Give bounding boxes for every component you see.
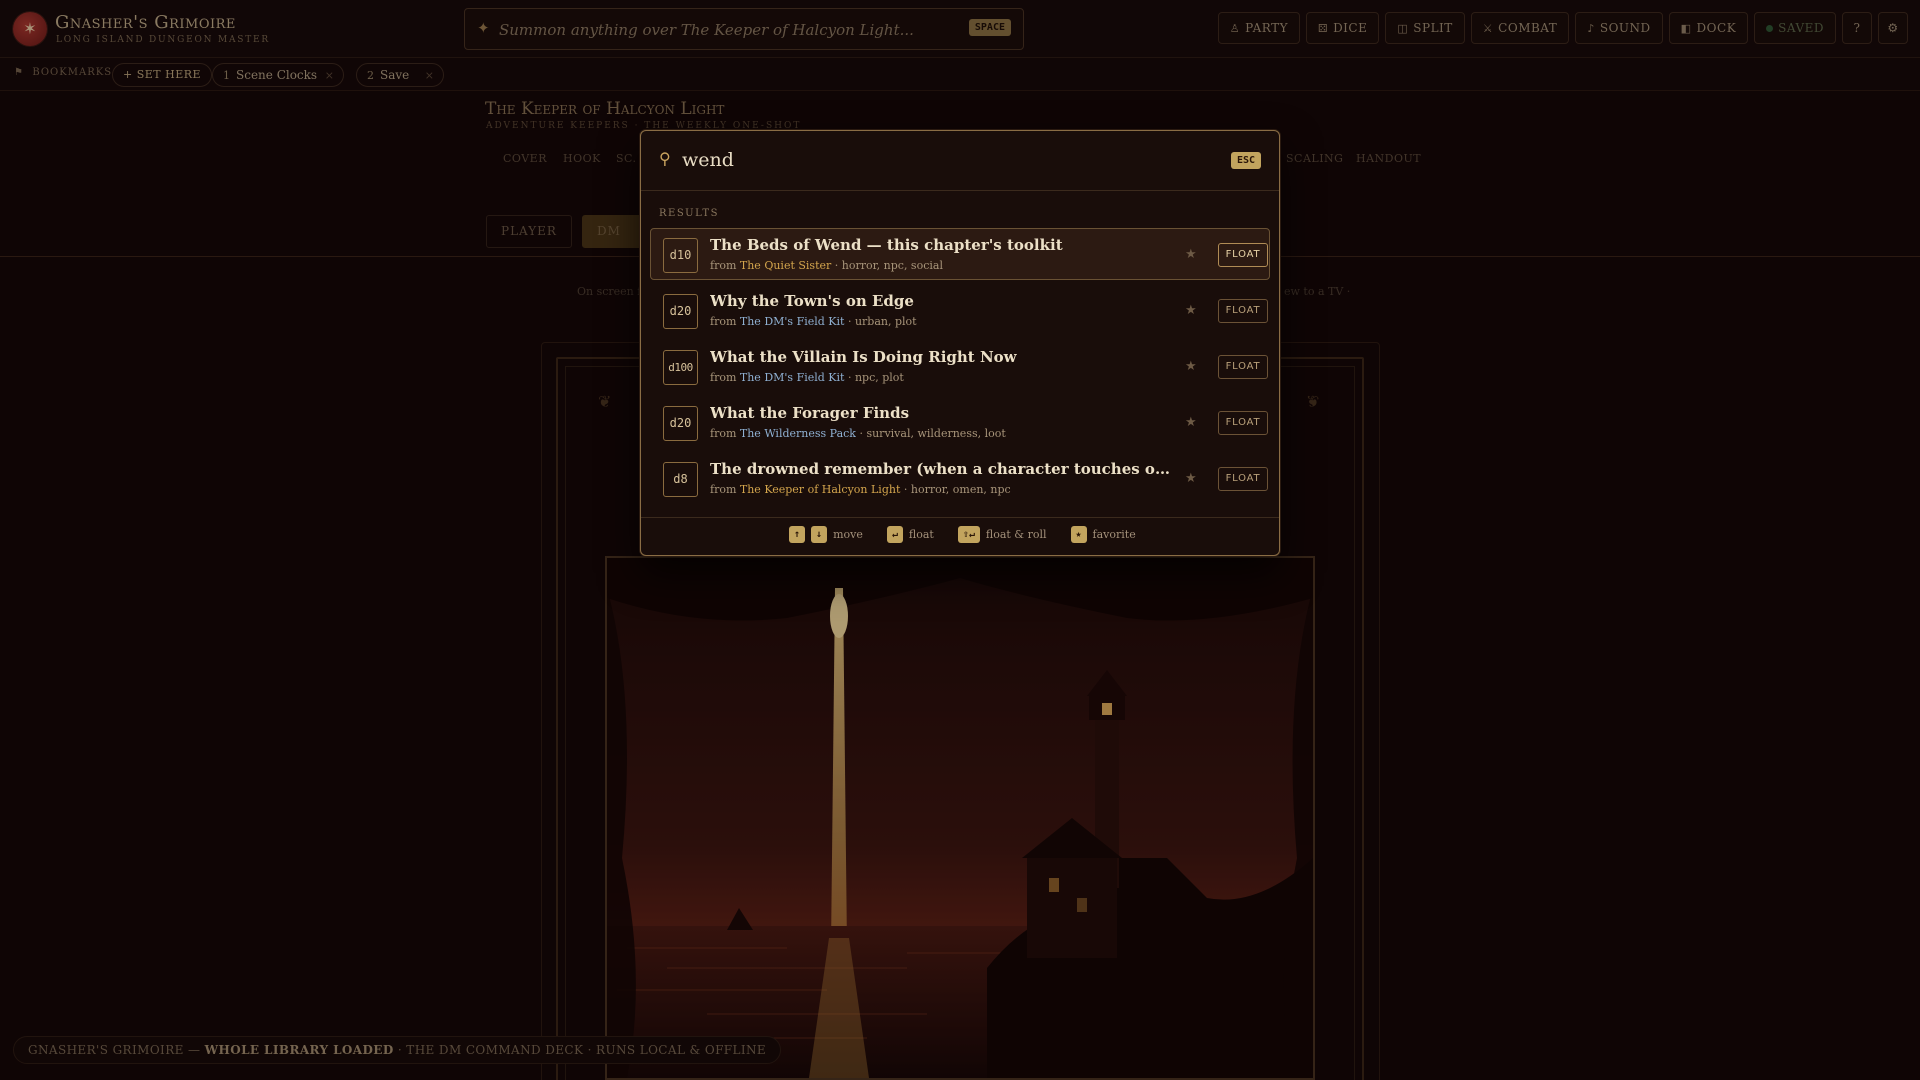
result-source-link[interactable]: The DM's Field Kit [740, 371, 845, 384]
result-meta: from The Keeper of Halcyon Light · horro… [710, 483, 1011, 496]
die-badge: d20 [663, 406, 698, 441]
results-label: RESULTS [659, 208, 719, 219]
palette-footer: ↑ ↓ move ↵ float ⇧↵ float & roll ★ favor… [641, 517, 1279, 555]
float-hint: float [908, 528, 934, 541]
favorite-star-icon[interactable]: ★ [1185, 415, 1197, 430]
result-tags: urban, plot [854, 315, 917, 328]
from-prefix: from [710, 371, 737, 384]
die-badge: d20 [663, 294, 698, 329]
search-pin-icon: ⚲ [659, 149, 671, 168]
favorite-star-icon[interactable]: ★ [1185, 303, 1197, 318]
float-roll-hint: float & roll [985, 528, 1047, 541]
result-source-link[interactable]: The Quiet Sister [740, 259, 831, 272]
favorite-hint: favorite [1092, 528, 1136, 541]
result-item[interactable]: d20 Why the Town's on Edge from The DM's… [650, 284, 1270, 336]
result-title: What the Villain Is Doing Right Now [710, 348, 1017, 366]
result-title: The Beds of Wend — this chapter's toolki… [710, 236, 1063, 254]
palette-search-input[interactable] [682, 145, 1162, 175]
result-tags: horror, npc, social [841, 259, 943, 272]
arrow-down-key: ↓ [811, 526, 828, 543]
result-meta: from The DM's Field Kit · npc, plot [710, 371, 904, 384]
palette-search-row: ⚲ ESC [641, 131, 1279, 191]
result-item[interactable]: d10 The Beds of Wend — this chapter's to… [650, 228, 1270, 280]
enter-key: ↵ [886, 526, 903, 543]
result-meta: from The Quiet Sister · horror, npc, soc… [710, 259, 943, 272]
result-title: Why the Town's on Edge [710, 292, 914, 310]
keyboard-hints: ↑ ↓ move ↵ float ⇧↵ float & roll ★ favor… [789, 526, 1136, 543]
die-badge: d10 [663, 238, 698, 273]
esc-key[interactable]: ESC [1230, 152, 1261, 169]
arrow-up-key: ↑ [789, 526, 806, 543]
from-prefix: from [710, 315, 737, 328]
favorite-star-icon[interactable]: ★ [1185, 359, 1197, 374]
result-item[interactable]: d20 What the Forager Finds from The Wild… [650, 396, 1270, 448]
result-title: What the Forager Finds [710, 404, 910, 422]
result-source-link[interactable]: The Keeper of Halcyon Light [740, 483, 900, 496]
result-title: The drowned remember (when a character t… [710, 460, 1170, 478]
from-prefix: from [710, 427, 737, 440]
result-tags: survival, wilderness, loot [866, 427, 1006, 440]
result-item[interactable]: d100 What the Villain Is Doing Right Now… [650, 340, 1270, 392]
result-meta: from The DM's Field Kit · urban, plot [710, 315, 917, 328]
from-prefix: from [710, 483, 737, 496]
float-button[interactable]: FLOAT [1218, 355, 1268, 379]
result-source-link[interactable]: The Wilderness Pack [740, 427, 856, 440]
from-prefix: from [710, 259, 737, 272]
result-tags: npc, plot [854, 371, 904, 384]
result-item[interactable]: d8 The drowned remember (when a characte… [650, 452, 1270, 504]
shift-enter-key: ⇧↵ [957, 526, 980, 543]
float-button[interactable]: FLOAT [1218, 467, 1268, 491]
command-palette: ⚲ ESC RESULTS d10 The Beds of Wend — thi… [640, 130, 1280, 556]
float-button[interactable]: FLOAT [1218, 411, 1268, 435]
float-button[interactable]: FLOAT [1218, 299, 1268, 323]
die-badge: d100 [663, 350, 698, 385]
star-key: ★ [1070, 526, 1087, 543]
result-source-link[interactable]: The DM's Field Kit [740, 315, 845, 328]
die-badge: d8 [663, 462, 698, 497]
favorite-star-icon[interactable]: ★ [1185, 471, 1197, 486]
result-tags: horror, omen, npc [910, 483, 1011, 496]
float-button[interactable]: FLOAT [1218, 243, 1268, 267]
result-meta: from The Wilderness Pack · survival, wil… [710, 427, 1006, 440]
favorite-star-icon[interactable]: ★ [1185, 247, 1197, 262]
move-hint: move [833, 528, 863, 541]
